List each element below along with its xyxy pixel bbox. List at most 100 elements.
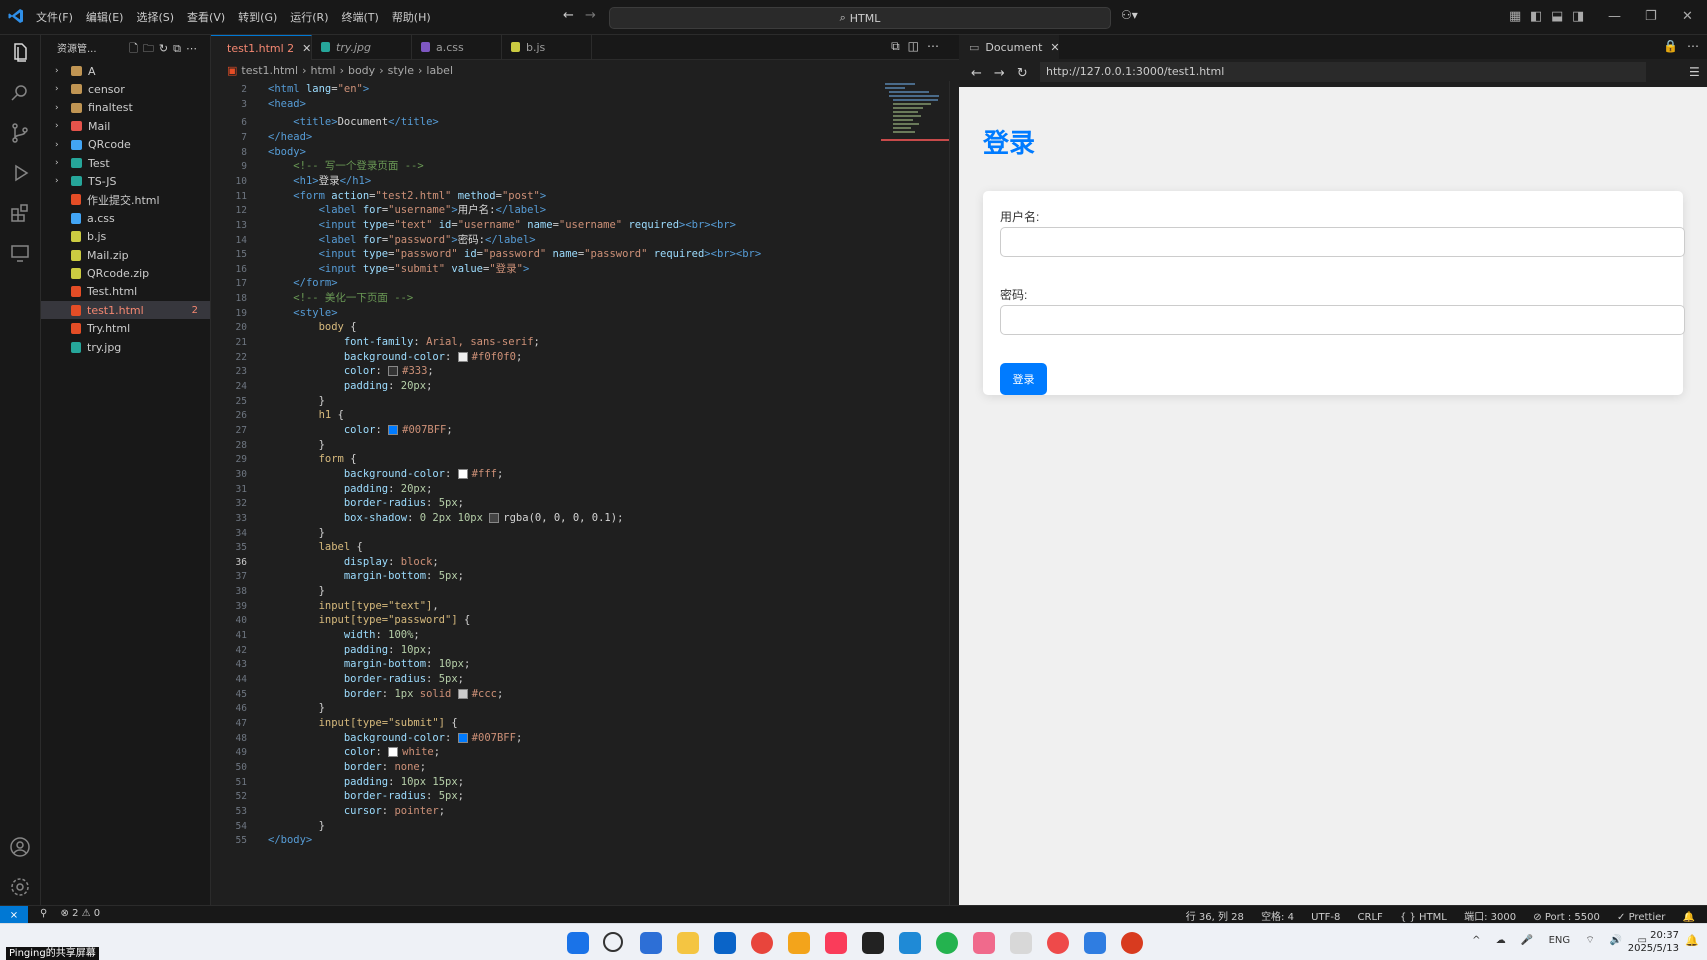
- menu-run[interactable]: 运行(R): [290, 9, 328, 25]
- app-icon[interactable]: [1047, 932, 1069, 954]
- tree-folder[interactable]: › TS-JS: [41, 172, 210, 190]
- code-line[interactable]: 36 display: block;: [211, 554, 439, 570]
- close-window-icon[interactable]: ✕: [1682, 9, 1693, 24]
- toggle-sidebar-icon[interactable]: ◧: [1530, 9, 1542, 24]
- code-line[interactable]: 53 cursor: pointer;: [211, 803, 446, 819]
- code-line[interactable]: 9 <!-- 写一个登录页面 -->: [211, 158, 423, 174]
- code-line[interactable]: 50 border: none;: [211, 759, 427, 775]
- input-language[interactable]: ENG: [1549, 935, 1571, 946]
- code-line[interactable]: 55 </body>: [211, 832, 313, 848]
- code-line[interactable]: 11 <form action="test2.html" method="pos…: [211, 188, 547, 204]
- tree-folder[interactable]: › A: [41, 62, 210, 80]
- code-line[interactable]: 39 input[type="text"],: [211, 598, 439, 614]
- toggle-secondary-sidebar-icon[interactable]: ◨: [1572, 9, 1584, 24]
- tree-file[interactable]: test1.html 2: [41, 301, 210, 320]
- back-arrow-icon[interactable]: ←: [563, 8, 574, 23]
- tree-folder[interactable]: › censor: [41, 80, 210, 98]
- explorer-toolbar[interactable]: 🗋🗀↻⧉⋯: [129, 40, 202, 59]
- menu-go[interactable]: 转到(G): [238, 9, 277, 25]
- code-line[interactable]: 42 padding: 10px;: [211, 642, 433, 658]
- menu-edit[interactable]: 编辑(E): [86, 9, 124, 25]
- menu-selection[interactable]: 选择(S): [136, 9, 174, 25]
- tree-file[interactable]: try.jpg: [41, 338, 210, 356]
- tree-folder[interactable]: › Mail: [41, 117, 210, 135]
- encoding[interactable]: UTF-8: [1311, 912, 1340, 923]
- layout-icon[interactable]: ▦: [1509, 9, 1521, 24]
- minimap[interactable]: [881, 81, 949, 161]
- code-line[interactable]: 33 box-shadow: 0 2px 10px rgba(0, 0, 0, …: [211, 510, 624, 526]
- code-line[interactable]: 20 body {: [211, 319, 357, 335]
- code-line[interactable]: 6 <title>Document</title>: [211, 114, 438, 130]
- code-line[interactable]: 47 input[type="submit"] {: [211, 715, 458, 731]
- remote-indicator-icon[interactable]: ⨯: [0, 906, 28, 924]
- code-line[interactable]: 24 padding: 20px;: [211, 378, 433, 394]
- tree-file[interactable]: Mail.zip: [41, 246, 210, 264]
- indentation[interactable]: 空格: 4: [1261, 912, 1294, 923]
- code-line[interactable]: 45 border: 1px solid #ccc;: [211, 686, 504, 702]
- menu-help[interactable]: 帮助(H): [392, 9, 431, 25]
- password-input[interactable]: [1000, 305, 1685, 335]
- live-server-port[interactable]: ⊘ Port : 5500: [1533, 912, 1600, 923]
- code-line[interactable]: 18 <!-- 美化一下页面 -->: [211, 290, 414, 306]
- code-line[interactable]: 15 <input type="password" id="password" …: [211, 246, 762, 262]
- cursor-position[interactable]: 行 36, 列 28: [1186, 912, 1244, 923]
- search-app-icon[interactable]: [788, 932, 810, 954]
- chrome-app-icon[interactable]: [751, 932, 773, 954]
- qq-app-icon[interactable]: [1010, 932, 1032, 954]
- lock-icon[interactable]: 🔒: [1663, 39, 1678, 53]
- tree-file[interactable]: Test.html: [41, 283, 210, 301]
- code-line[interactable]: 43 margin-bottom: 10px;: [211, 656, 471, 672]
- breadcrumb-file[interactable]: test1.html: [241, 64, 298, 77]
- file-explorer-app-icon[interactable]: [677, 932, 699, 954]
- notion-app-icon[interactable]: [862, 932, 884, 954]
- tree-folder[interactable]: › Test: [41, 154, 210, 172]
- code-line[interactable]: 44 border-radius: 5px;: [211, 671, 464, 687]
- branch-icon[interactable]: ⚲: [40, 908, 47, 919]
- tab-try-jpg[interactable]: try.jpg: [311, 35, 412, 59]
- vscode-app-icon[interactable]: [899, 932, 921, 954]
- settings-gear-icon[interactable]: [8, 875, 32, 899]
- music-app-icon[interactable]: [825, 932, 847, 954]
- menu-icon[interactable]: ☰: [1689, 65, 1700, 79]
- code-line[interactable]: 7 </head>: [211, 129, 312, 145]
- remote-explorer-icon[interactable]: [8, 241, 32, 265]
- code-line[interactable]: 51 padding: 10px 15px;: [211, 774, 464, 790]
- code-line[interactable]: 26 h1 {: [211, 407, 344, 423]
- copilot-icon[interactable]: ⚇▾: [1121, 8, 1138, 22]
- app-icon[interactable]: [1084, 932, 1106, 954]
- breadcrumb-style[interactable]: style: [388, 64, 414, 77]
- username-input[interactable]: [1000, 227, 1685, 257]
- tab-b-js[interactable]: b.js: [501, 35, 592, 59]
- menu-file[interactable]: 文件(F): [36, 9, 73, 25]
- code-line[interactable]: 28 }: [211, 437, 325, 453]
- menu-view[interactable]: 查看(V): [187, 9, 225, 25]
- close-tab-icon[interactable]: ✕: [1050, 41, 1059, 54]
- account-icon[interactable]: [8, 835, 32, 859]
- taskbar-search-icon[interactable]: [603, 932, 623, 952]
- volume-icon[interactable]: 🔊: [1610, 935, 1622, 946]
- wechat-app-icon[interactable]: [936, 932, 958, 954]
- code-line[interactable]: 30 background-color: #fff;: [211, 466, 504, 482]
- breadcrumb-label[interactable]: label: [426, 64, 453, 77]
- port-forward[interactable]: 端口: 3000: [1464, 912, 1516, 923]
- code-line[interactable]: 40 input[type="password"] {: [211, 612, 471, 628]
- wifi-icon[interactable]: ⌔: [1585, 935, 1594, 946]
- tree-file[interactable]: Try.html: [41, 320, 210, 338]
- tab-test1-html[interactable]: test1.html 2 ✕: [211, 35, 312, 60]
- tree-file[interactable]: 作业提交.html: [41, 191, 210, 209]
- code-line[interactable]: 52 border-radius: 5px;: [211, 788, 464, 804]
- code-line[interactable]: 54 }: [211, 818, 325, 834]
- url-input[interactable]: http://127.0.0.1:3000/test1.html: [1040, 62, 1646, 82]
- code-line[interactable]: 17 </form>: [211, 275, 338, 291]
- breadcrumb-html[interactable]: html: [311, 64, 336, 77]
- tree-file[interactable]: b.js: [41, 228, 210, 246]
- editor-actions[interactable]: ⧉◫⋯: [891, 39, 947, 54]
- code-line[interactable]: 46 }: [211, 700, 325, 716]
- app-icon[interactable]: [973, 932, 995, 954]
- forward-icon[interactable]: →: [994, 66, 1005, 81]
- restore-icon[interactable]: ❐: [1645, 9, 1657, 24]
- cloud-icon[interactable]: ☁: [1496, 935, 1506, 946]
- tab-a-css[interactable]: a.css: [411, 35, 502, 59]
- problems-indicator[interactable]: ⊗ 2 ⚠ 0: [61, 908, 101, 919]
- tree-file[interactable]: a.css: [41, 209, 210, 227]
